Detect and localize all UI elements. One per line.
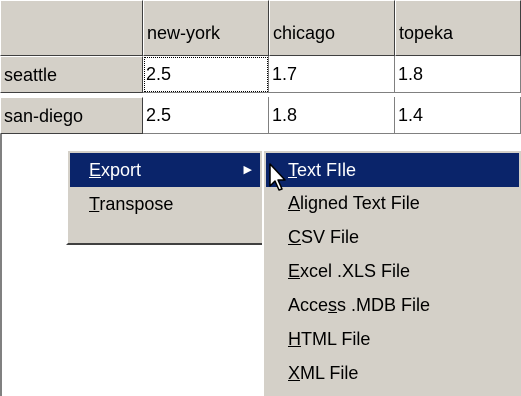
grid-cell[interactable]: 2.5	[143, 56, 269, 93]
menu-item-mnemonic: C	[288, 227, 301, 247]
corner-header-cell[interactable]	[0, 0, 143, 56]
submenu-item-text-file[interactable]: Text FIle	[266, 153, 519, 187]
menu-item-label: xcel .XLS File	[300, 261, 411, 281]
data-grid: new-york chicago topeka seattle 2.5 1.7 …	[0, 0, 521, 134]
submenu-item-access-file[interactable]: Access .MDB File	[266, 288, 519, 322]
menu-item-transpose[interactable]: Transpose	[70, 187, 260, 221]
menu-item-export[interactable]: Export ▶	[70, 153, 260, 187]
menu-item-label: ML File	[300, 363, 359, 383]
context-menu: Export ▶ Transpose	[66, 149, 264, 245]
grid-cell[interactable]: 1.7	[269, 56, 395, 93]
menu-item-label: xport	[101, 160, 142, 180]
mouse-pointer-icon	[269, 163, 286, 191]
menu-item-mnemonic: H	[288, 329, 301, 349]
grid-cell[interactable]: 2.5	[143, 97, 269, 134]
menu-item-label: SV File	[301, 227, 360, 247]
export-submenu: Text FIle Aligned Text File CSV File Exc…	[262, 149, 521, 396]
menu-item-mnemonic: E	[288, 261, 301, 281]
submenu-item-aligned-text-file[interactable]: Aligned Text File	[266, 186, 519, 220]
column-header-topeka[interactable]: topeka	[395, 0, 521, 56]
menu-item-label-prefix: Acce	[288, 295, 329, 315]
submenu-arrow-icon: ▶	[243, 164, 252, 176]
submenu-item-html-file[interactable]: HTML File	[266, 322, 519, 356]
menu-item-mnemonic: T	[89, 194, 100, 214]
grid-cell[interactable]: 1.8	[269, 97, 395, 134]
menu-item-label: ext FIle	[297, 160, 357, 180]
grid-left-border	[0, 134, 2, 396]
row-header-seattle[interactable]: seattle	[0, 56, 143, 93]
grid-cell[interactable]: 1.8	[395, 56, 521, 93]
menu-item-mnemonic: s	[328, 295, 338, 315]
menu-item-label: ranspose	[99, 194, 174, 214]
column-header-new-york[interactable]: new-york	[143, 0, 269, 56]
menu-item-mnemonic: E	[89, 160, 102, 180]
row-header-san-diego[interactable]: san-diego	[0, 97, 143, 134]
menu-item-mnemonic: X	[288, 363, 301, 383]
menu-item-label: ligned Text File	[300, 193, 420, 213]
submenu-item-excel-file[interactable]: Excel .XLS File	[266, 254, 519, 288]
grid-cell[interactable]: 1.4	[395, 97, 521, 134]
column-header-chicago[interactable]: chicago	[269, 0, 395, 56]
menu-item-label: TML File	[301, 329, 371, 349]
submenu-item-csv-file[interactable]: CSV File	[266, 220, 519, 254]
menu-item-label: s .MDB File	[337, 295, 431, 315]
submenu-item-xml-file[interactable]: XML File	[266, 356, 519, 390]
menu-item-mnemonic: A	[288, 193, 301, 213]
